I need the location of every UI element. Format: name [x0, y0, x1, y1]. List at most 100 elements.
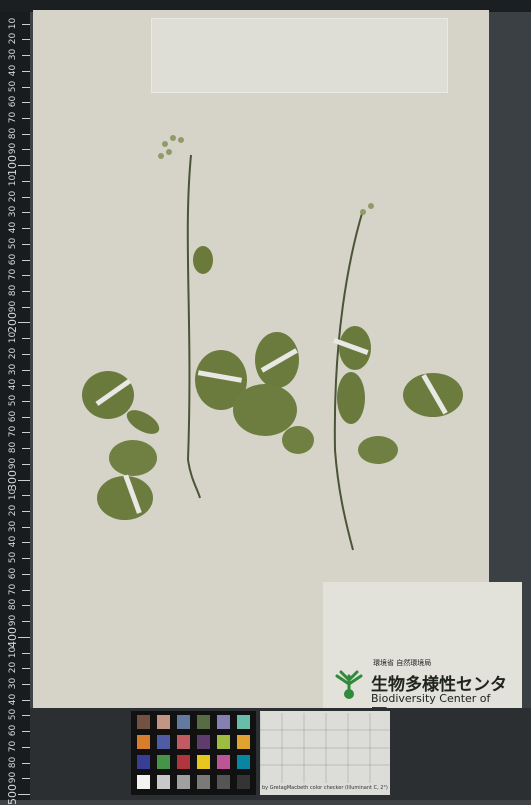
tape-strip: [151, 18, 448, 93]
ruler-tick: [22, 621, 30, 623]
color-swatch: [197, 755, 210, 769]
ruler-tick: [22, 668, 30, 670]
ruler-label: 70: [8, 583, 19, 595]
ruler-tick: [22, 558, 30, 560]
ruler-tick: [22, 338, 30, 340]
color-swatch: [157, 755, 170, 769]
ruler-label: 50: [8, 237, 19, 250]
ruler-label: 80: [8, 441, 19, 454]
color-swatch: [197, 715, 210, 729]
ruler-tick: [22, 39, 30, 41]
ruler-tick: [22, 699, 30, 701]
ruler-label: 80: [8, 599, 19, 611]
ruler-label: 10: [8, 331, 19, 344]
ruler-label: 60: [8, 567, 19, 580]
color-swatch: [137, 775, 150, 789]
herbarium-sheet: 環境省 自然環境局 生物多様性センター Biodiversity Center …: [33, 10, 522, 720]
ruler-tick: [18, 322, 30, 324]
ruler-tick: [22, 180, 30, 182]
ruler-tick: [22, 118, 30, 120]
color-swatch: [237, 735, 250, 749]
ruler-label: 20: [8, 33, 19, 45]
ruler-label: 90: [8, 143, 19, 155]
color-swatch: [177, 755, 190, 769]
ruler-tick: [22, 652, 30, 654]
color-swatch: [237, 755, 250, 769]
ruler-tick: [22, 353, 30, 355]
ruler-label: 50: [8, 394, 19, 407]
ruler-tick: [22, 683, 30, 685]
ruler-tick: [22, 102, 30, 104]
ruler-label: 70: [8, 426, 19, 438]
ruler-tick: [22, 511, 30, 513]
ruler-label: 500: [6, 784, 19, 805]
color-swatch: [217, 755, 230, 769]
ruler-label: 10: [8, 17, 19, 29]
ruler-label: 300: [6, 469, 19, 491]
institution-label: 環境省 自然環境局 生物多様性センター Biodiversity Center …: [323, 582, 522, 720]
color-swatch: [217, 775, 230, 789]
ruler-label: 60: [8, 96, 19, 108]
color-swatch: [217, 715, 230, 729]
color-swatch: [197, 775, 210, 789]
ruler-label: 40: [8, 221, 19, 234]
color-swatch: [137, 735, 150, 749]
ruler-tick: [22, 432, 30, 434]
ruler-label: 60: [8, 724, 19, 737]
color-swatch: [157, 775, 170, 789]
ruler-label: 50: [8, 80, 19, 92]
ruler-label: 70: [8, 740, 19, 753]
color-swatch: [157, 735, 170, 749]
ruler-tick: [22, 573, 30, 575]
ruler-label: 30: [8, 520, 19, 532]
ruler-label: 90: [8, 614, 19, 627]
ruler-tick: [22, 731, 30, 733]
ruler-tick: [22, 463, 30, 465]
ruler-label: 30: [8, 677, 19, 690]
color-values-panel: by GretagMacbeth color checker (Illumina…: [260, 711, 390, 795]
ruler-label: 200: [6, 312, 19, 334]
ruler-label: 80: [8, 284, 19, 297]
ruler-tick: [22, 385, 30, 387]
ruler-tick: [22, 526, 30, 528]
ruler-tick: [22, 416, 30, 418]
ruler-tick: [18, 479, 30, 481]
ruler-label: 70: [8, 269, 19, 281]
color-swatch: [177, 775, 190, 789]
ruler-tick: [22, 259, 30, 261]
ruler-tick: [22, 306, 30, 308]
ruler-label: 40: [8, 693, 19, 705]
ruler-label: 30: [8, 48, 19, 61]
ruler-label: 70: [8, 111, 19, 124]
ruler-tick: [22, 228, 30, 230]
color-swatch: [137, 755, 150, 769]
color-values-grid: [260, 713, 390, 783]
ruler-label: 40: [8, 379, 19, 391]
color-swatch: [237, 775, 250, 789]
ruler-label: 10: [8, 174, 19, 187]
color-swatch: [137, 715, 150, 729]
ruler-tick: [22, 86, 30, 88]
ruler-tick: [22, 275, 30, 277]
ruler-tick: [22, 55, 30, 57]
ruler-tick: [18, 794, 30, 795]
color-swatch: [177, 715, 190, 729]
ruler-label: 60: [8, 253, 19, 265]
ruler-label: 30: [8, 363, 19, 375]
ruler-label: 20: [8, 347, 19, 360]
ruler-label: 80: [8, 127, 19, 139]
ruler-label: 50: [8, 551, 19, 564]
ruler-label: 90: [8, 457, 19, 470]
ruler-tick: [22, 149, 30, 151]
ruler-label: 60: [8, 410, 19, 422]
ruler-label: 400: [6, 626, 19, 648]
scale-ruler: 0102030405060708090100102030405060708090…: [0, 0, 30, 805]
ruler-tick: [22, 290, 30, 292]
color-swatch: [197, 735, 210, 749]
ruler-tick: [22, 23, 30, 25]
ruler-tick: [22, 778, 30, 780]
ruler-label: 20: [8, 504, 19, 517]
color-swatch: [157, 715, 170, 729]
ruler-tick: [22, 369, 30, 371]
color-swatch: [237, 715, 250, 729]
